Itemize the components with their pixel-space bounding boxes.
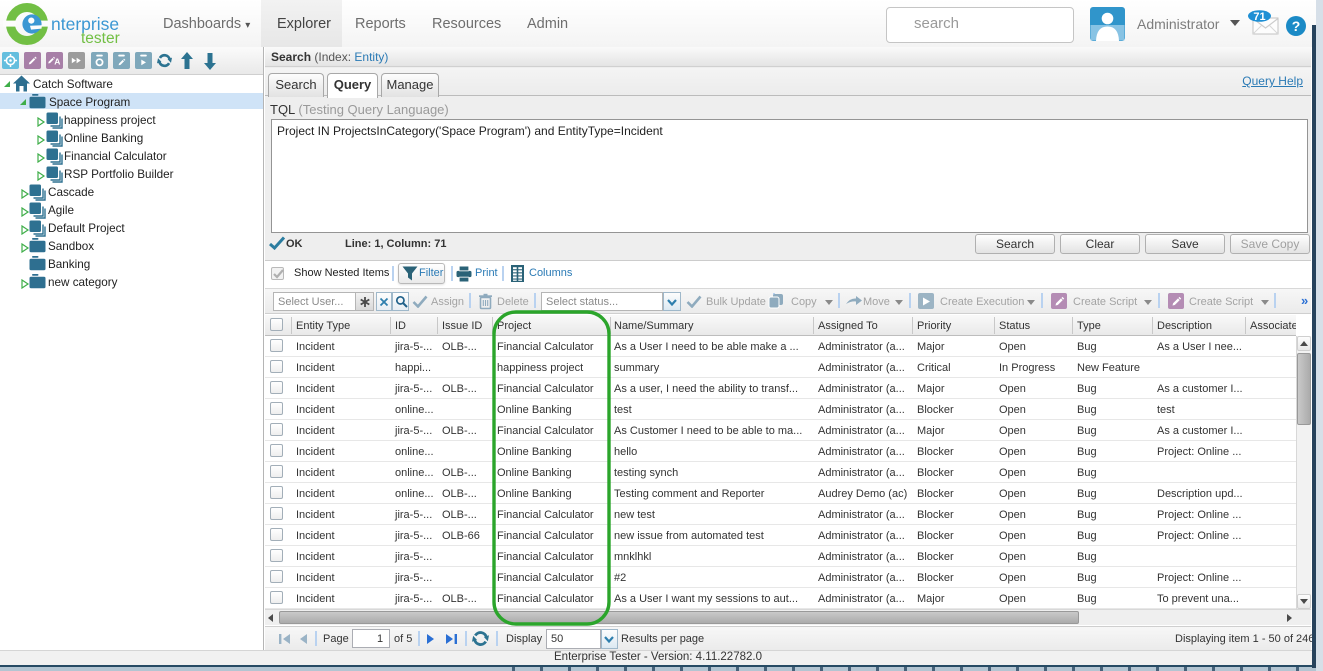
svg-text:tester: tester <box>81 30 120 47</box>
svg-text:A: A <box>54 57 60 67</box>
svg-text:71: 71 <box>1253 11 1265 23</box>
